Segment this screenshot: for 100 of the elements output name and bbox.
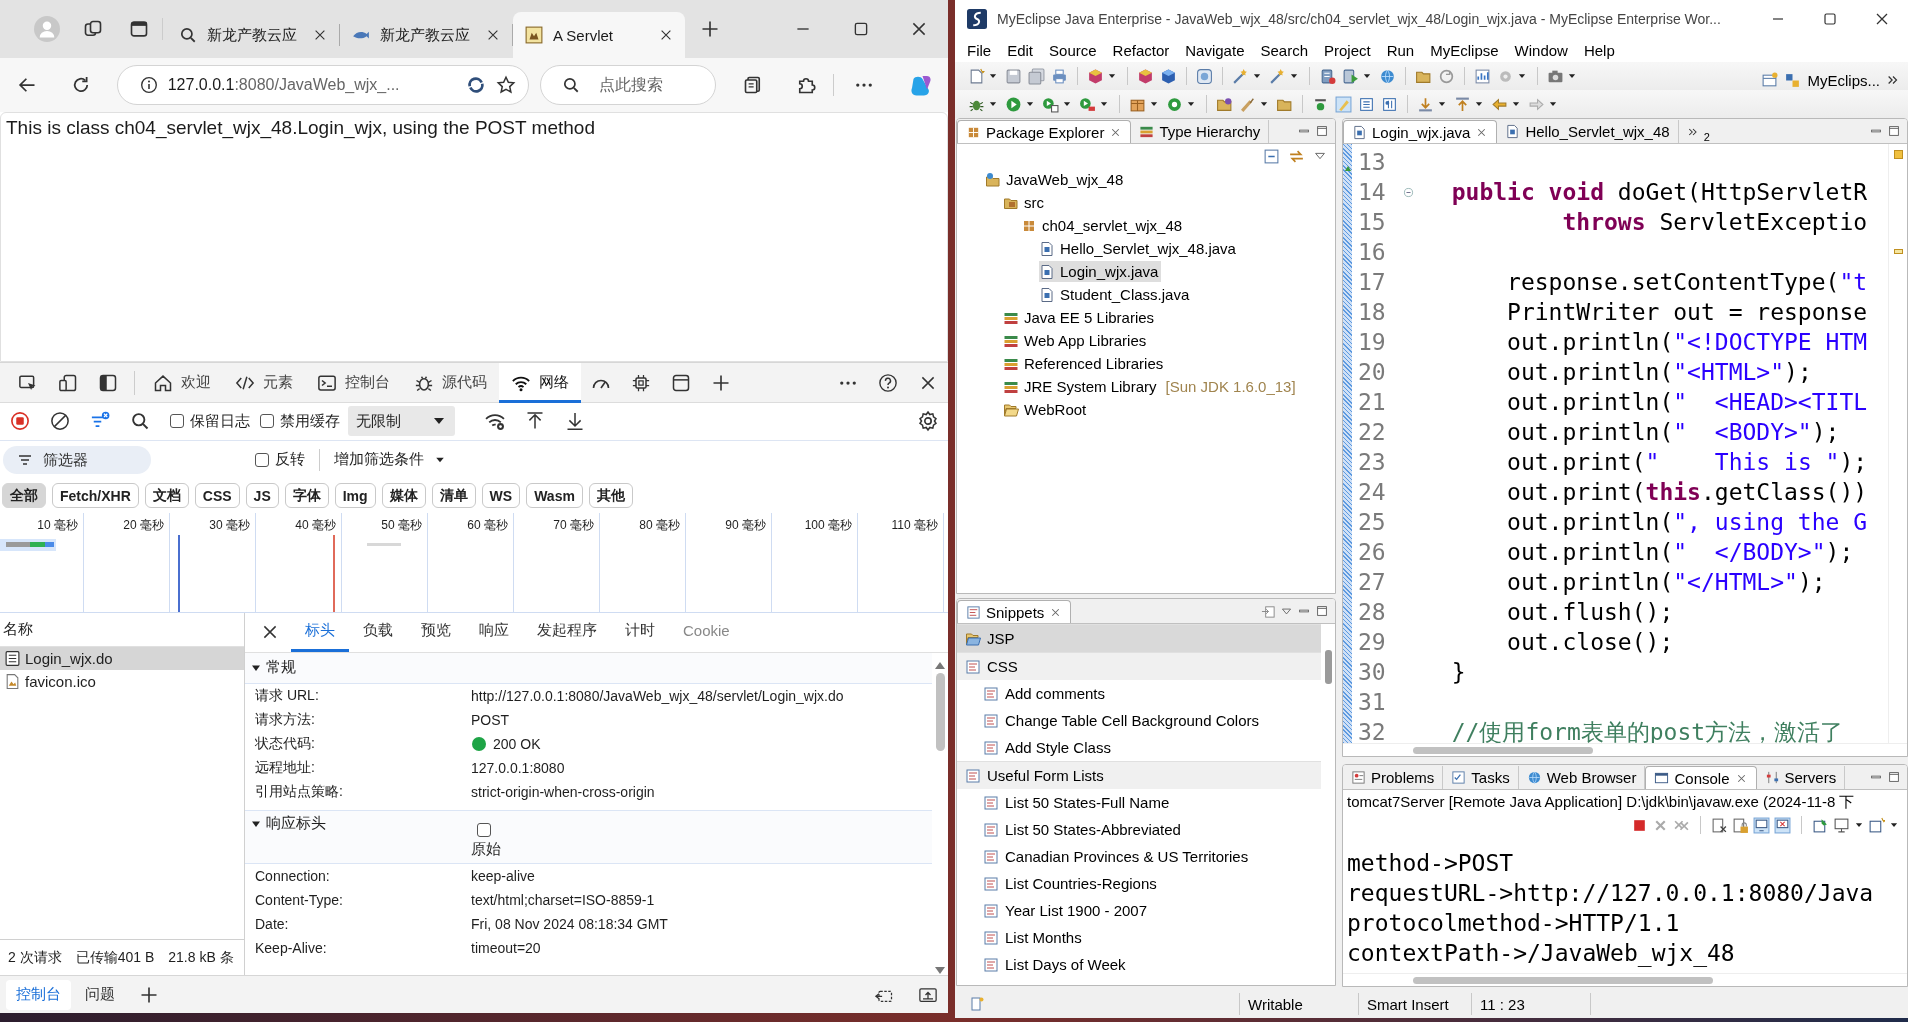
- type-filter-chip[interactable]: 清单: [431, 483, 476, 509]
- browser-tab[interactable]: 新龙产教云应: [340, 12, 512, 58]
- drawer-tab[interactable]: 问题: [75, 979, 125, 1010]
- status-field: Writable: [1239, 993, 1358, 1015]
- header-name: Content-Type:: [255, 891, 344, 908]
- snippet-item[interactable]: Add comments: [957, 680, 1321, 707]
- devtools-tab[interactable]: 元素: [223, 362, 305, 403]
- browser-tab[interactable]: 新龙产教云应: [167, 12, 339, 58]
- header-name: 请求 URL:: [255, 686, 320, 705]
- menu-item[interactable]: Run: [1378, 41, 1423, 59]
- detail-tab[interactable]: 预览: [407, 612, 465, 652]
- snippet-item[interactable]: List 50 States-Full Name: [957, 789, 1321, 816]
- code-line: out.print(" This is ");: [1506, 449, 1868, 475]
- request-row[interactable]: Login_wjx.do: [0, 646, 244, 670]
- drawer-tab[interactable]: 控制台: [6, 979, 71, 1010]
- type-filter-chip[interactable]: Img: [334, 483, 376, 509]
- devtools-tab[interactable]: 网络: [499, 362, 581, 403]
- column-header: 名称: [0, 612, 244, 647]
- filter-field[interactable]: 筛选器: [3, 445, 151, 474]
- header-value: keep-alive: [471, 867, 536, 884]
- throttling-dropdown[interactable]: 无限制: [348, 406, 455, 437]
- type-filter-chip[interactable]: 文档: [144, 483, 189, 509]
- add-filter-dropdown[interactable]: 增加筛选条件: [319, 448, 446, 471]
- devtools-tab[interactable]: 控制台: [305, 362, 402, 403]
- tree-item[interactable]: Student_Class.java: [1039, 284, 1193, 305]
- menu-item[interactable]: Edit: [999, 41, 1042, 59]
- type-filter-chip[interactable]: 其他: [588, 483, 633, 509]
- line-number: 13: [1357, 149, 1387, 175]
- line-number: 22: [1357, 419, 1387, 445]
- snippet-item[interactable]: Change Table Cell Background Colors: [957, 707, 1321, 734]
- header-name: Connection:: [255, 867, 331, 884]
- type-filter-chip[interactable]: 全部: [2, 483, 46, 509]
- time-tick-label: 30 毫秒: [209, 516, 250, 533]
- menu-item[interactable]: Help: [1575, 41, 1623, 59]
- tree-item[interactable]: Web App Libraries: [1003, 330, 1150, 351]
- type-filter-chip[interactable]: Wasm: [526, 483, 583, 509]
- tree-item[interactable]: WebRoot: [1003, 399, 1090, 420]
- view-tab[interactable]: Servers: [1756, 766, 1846, 789]
- detail-tab[interactable]: 计时: [611, 612, 669, 652]
- menu-item[interactable]: Project: [1316, 41, 1379, 59]
- type-filter-chip[interactable]: WS: [481, 483, 521, 509]
- view-tab[interactable]: Snippets: [957, 600, 1072, 623]
- view-tab[interactable]: Package Explorer: [957, 120, 1132, 143]
- line-number: 20: [1357, 359, 1387, 385]
- snippet-item[interactable]: List Countries-Regions: [957, 870, 1321, 897]
- snippet-item[interactable]: Add Style Class: [957, 734, 1321, 761]
- menu-item[interactable]: Refactor: [1104, 41, 1178, 59]
- header-name: 引用站点策略:: [255, 782, 344, 801]
- time-tick-label: 40 毫秒: [295, 516, 336, 533]
- console-line: protocolmethod->HTTP/1.1: [1347, 909, 1681, 938]
- tree-item[interactable]: Referenced Libraries: [1003, 353, 1167, 374]
- detail-tab[interactable]: 发起程序: [523, 612, 611, 652]
- checkbox-label: 原始: [471, 840, 501, 860]
- type-filter-chip[interactable]: 媒体: [381, 483, 426, 509]
- view-tab[interactable]: Tasks: [1443, 766, 1519, 789]
- snippet-item[interactable]: Year List 1900 - 2007: [957, 897, 1321, 924]
- tree-item[interactable]: JRE System Library: [1003, 376, 1160, 397]
- search-field[interactable]: 点此搜索: [539, 65, 716, 105]
- snippet-item[interactable]: List 50 States-Abbreviated: [957, 816, 1321, 843]
- menu-item[interactable]: Navigate: [1177, 41, 1253, 59]
- view-tab[interactable]: Type Hierarchy: [1131, 120, 1270, 143]
- detail-tab[interactable]: 负载: [349, 612, 407, 652]
- section-title: 常规: [266, 658, 296, 678]
- tree-item[interactable]: src: [1003, 192, 1047, 213]
- snippet-item[interactable]: List Months: [957, 924, 1321, 951]
- tree-item[interactable]: Login_wjx.java: [1039, 261, 1162, 282]
- menu-item[interactable]: Source: [1041, 41, 1105, 59]
- type-filter-chip[interactable]: 字体: [284, 483, 329, 509]
- snippet-item[interactable]: Canadian Provinces & US Territories: [957, 843, 1321, 870]
- type-filter-chip[interactable]: Fetch/XHR: [52, 483, 139, 509]
- type-filter-chip[interactable]: JS: [245, 483, 279, 509]
- view-tab[interactable]: Console: [1645, 766, 1757, 789]
- snippet-drawer[interactable]: CSS: [957, 652, 1321, 680]
- hidden-tab-count[interactable]: 2: [1703, 131, 1710, 143]
- menu-item[interactable]: File: [959, 41, 1000, 59]
- code-line: }: [1450, 659, 1466, 685]
- view-tab[interactable]: Hello_Servlet_wjx_48: [1497, 120, 1679, 143]
- address-bar[interactable]: 127.0.0.1:8080/JavaWeb_wjx_...: [116, 65, 529, 105]
- header-value: POST: [471, 711, 511, 728]
- tree-item[interactable]: JavaWeb_wjx_48: [985, 169, 1127, 190]
- page-text: This is class ch04_servlet_wjx_48.Login_wjx, using the POST method: [6, 117, 596, 139]
- menu-item[interactable]: Window: [1506, 41, 1576, 59]
- devtools-tab[interactable]: 欢迎: [141, 362, 223, 403]
- header-name: 状态代码:: [255, 734, 316, 753]
- perspective-label[interactable]: MyEclips...: [1807, 71, 1880, 89]
- menu-item[interactable]: MyEclipse: [1422, 41, 1507, 59]
- tree-item[interactable]: Hello_Servlet_wjx_48.java: [1039, 238, 1239, 259]
- tree-item[interactable]: Java EE 5 Libraries: [1003, 307, 1158, 328]
- menu-item[interactable]: Search: [1252, 41, 1316, 59]
- snippet-drawer[interactable]: Useful Form Lists: [957, 761, 1321, 789]
- detail-tab[interactable]: 响应: [465, 612, 523, 652]
- request-row[interactable]: favicon.ico: [0, 669, 244, 693]
- tree-item[interactable]: ch04_servlet_wjx_48: [1021, 215, 1186, 236]
- browser-tab[interactable]: A Servlet: [513, 12, 685, 58]
- devtools-tab[interactable]: 源代码: [402, 362, 499, 403]
- type-filter-chip[interactable]: CSS: [194, 483, 240, 509]
- snippet-item[interactable]: List Days of Week: [957, 951, 1321, 978]
- snippet-drawer[interactable]: JSP: [957, 624, 1321, 652]
- view-tab[interactable]: Login_wjx.java: [1343, 120, 1498, 143]
- view-tab[interactable]: Problems: [1343, 766, 1444, 789]
